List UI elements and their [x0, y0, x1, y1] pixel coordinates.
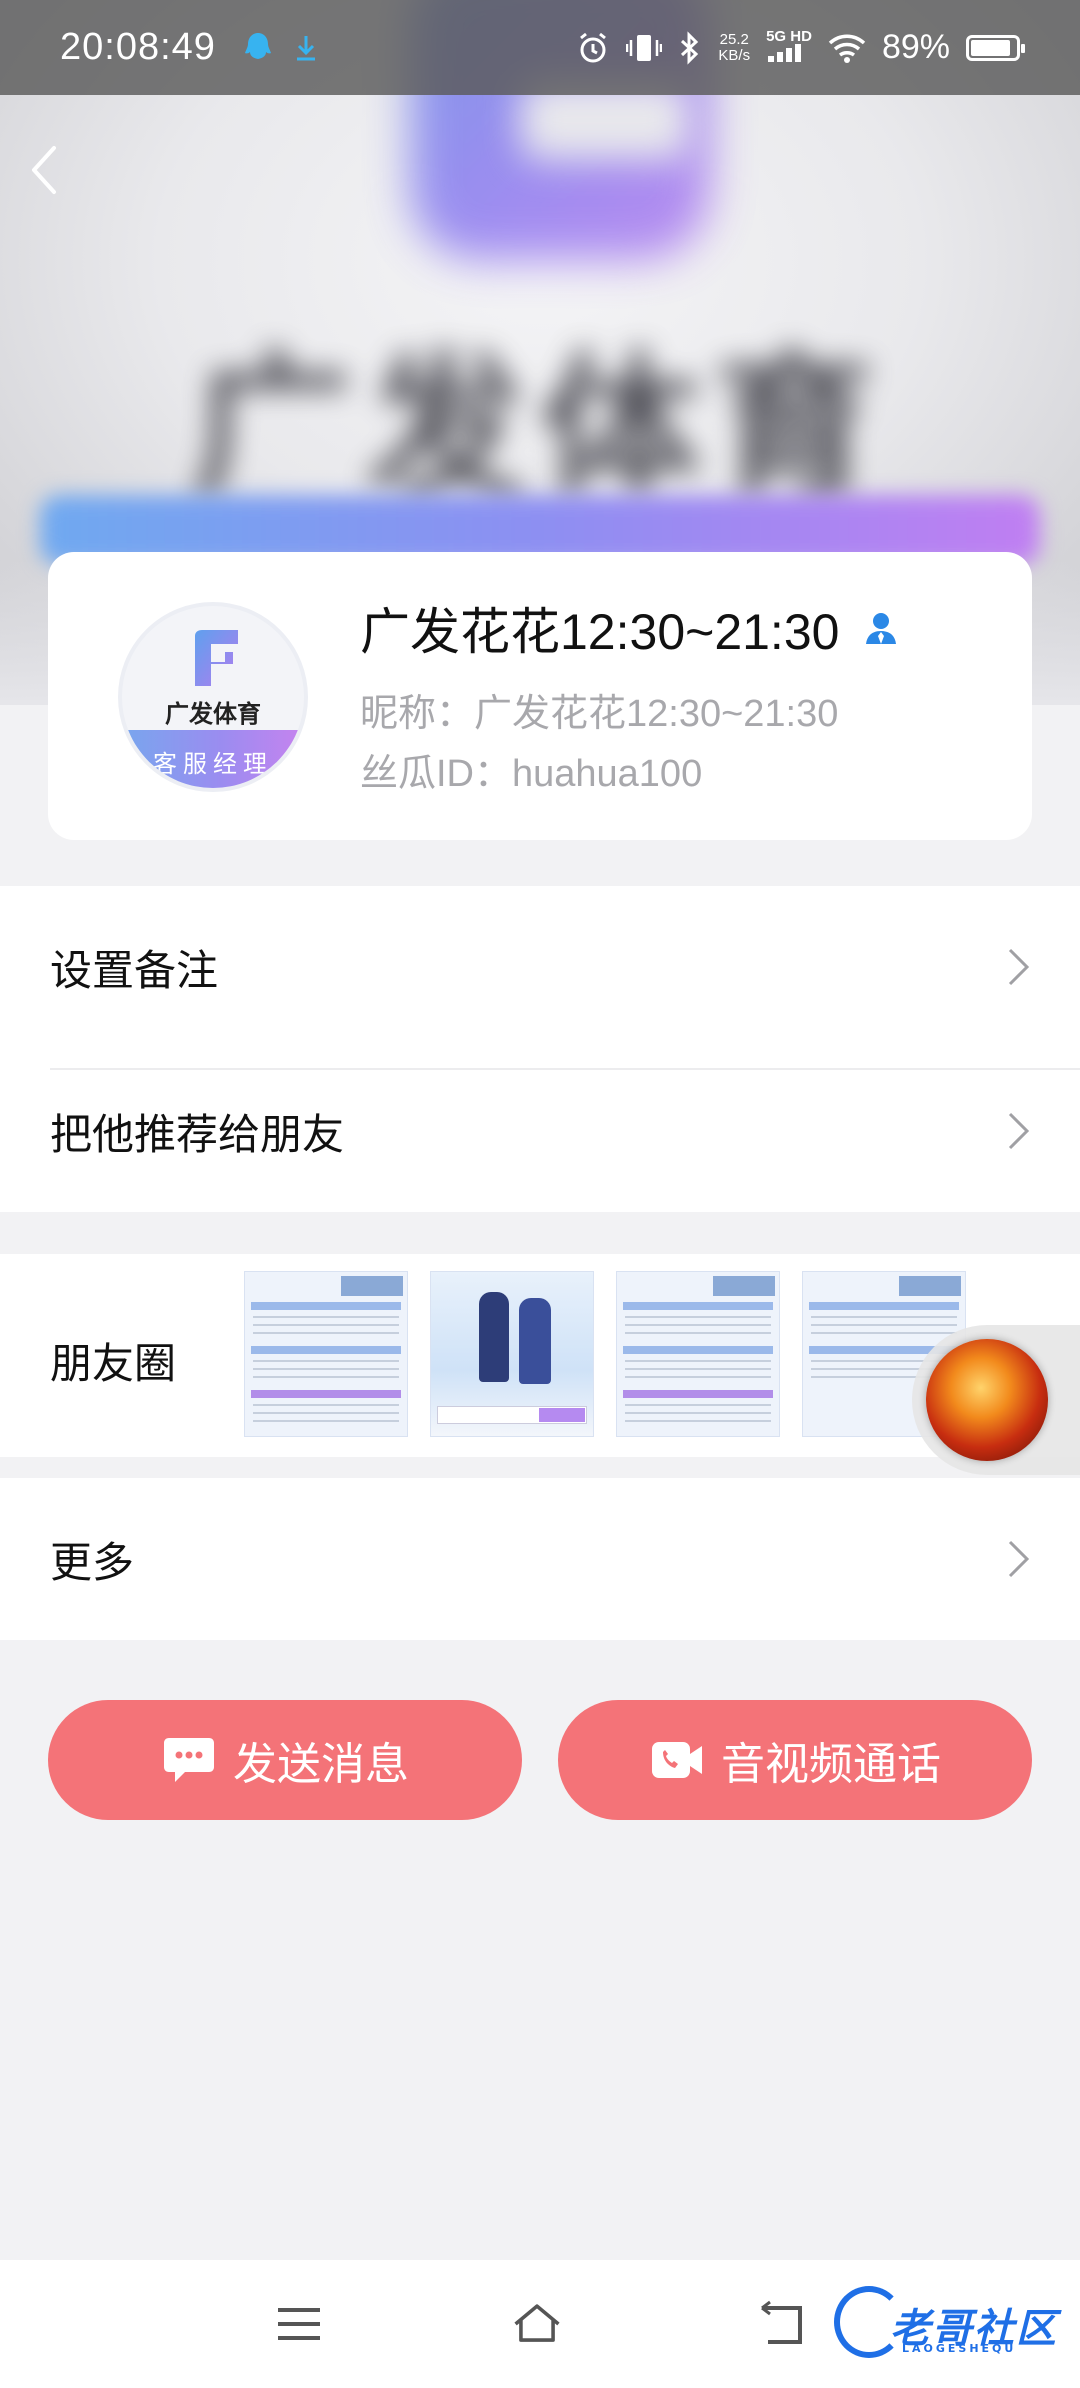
signal-bars-icon [768, 43, 802, 62]
set-remark-label: 设置备注 [50, 945, 219, 995]
download-icon [296, 35, 315, 60]
wifi-icon [828, 34, 866, 63]
recommend-friend-label: 把他推荐给朋友 [50, 1109, 345, 1159]
avatar-brand-text: 广发体育 [165, 700, 261, 728]
dragon-orb-icon [926, 1339, 1048, 1461]
moments-thumbnail[interactable] [430, 1271, 594, 1437]
more-row[interactable]: 更多 [0, 1478, 1080, 1640]
back-arrow-icon[interactable] [20, 140, 70, 200]
av-call-button[interactable]: 音视频通话 [558, 1700, 1032, 1820]
status-time: 20:08:49 [60, 26, 216, 68]
battery-icon [966, 34, 1025, 61]
av-call-label: 音视频通话 [721, 1739, 941, 1790]
profile-card: 广发体育 客服经理 广发花花12:30~21:30 昵称：广发花花12:30~2… [48, 552, 1032, 840]
moments-label: 朋友圈 [50, 1339, 177, 1388]
network-speed: 25.2 KB/s [718, 30, 751, 64]
watermark-subtext: LAOGESHEQU [902, 2342, 1017, 2355]
recommend-friend-row[interactable]: 把他推荐给朋友 [0, 1050, 1080, 1212]
home-icon[interactable] [512, 2300, 562, 2348]
battery-level-fill [971, 39, 1011, 56]
profile-name: 广发花花12:30~21:30 [360, 592, 899, 664]
cell-signal: 5G HD [766, 29, 812, 67]
set-remark-row[interactable]: 设置备注 [0, 886, 1080, 1048]
vibrate-icon [626, 34, 663, 61]
back-nav-icon[interactable] [756, 2300, 806, 2348]
settings-list: 设置备注 把他推荐给朋友 [0, 886, 1080, 1212]
alarm-icon [580, 32, 607, 62]
floating-game-badge[interactable] [912, 1325, 1080, 1475]
more-list: 更多 [0, 1478, 1080, 1640]
status-bar: 20:08:49 25.2 KB/s 5G HD 89% [0, 0, 1080, 95]
watermark-logo: 老哥社区 LAOGESHEQU [834, 2286, 1068, 2362]
chevron-right-icon [1008, 948, 1030, 986]
network-speed-unit: KB/s [718, 46, 751, 64]
video-call-icon [652, 1742, 702, 1778]
bluetooth-icon [681, 30, 699, 65]
person-verified-icon [866, 613, 897, 644]
qq-notification-icon [244, 32, 271, 59]
moments-thumbnail[interactable] [244, 1271, 408, 1437]
chat-bubble-icon [164, 1738, 214, 1782]
profile-nickname: 昵称：广发花花12:30~21:30 [360, 693, 839, 735]
network-speed-value: 25.2 [719, 30, 749, 48]
battery-percent: 89% [881, 28, 950, 66]
send-message-button[interactable]: 发送消息 [48, 1700, 522, 1820]
chevron-right-icon [1008, 1540, 1030, 1578]
status-system-icons: 25.2 KB/s 5G HD 89% [576, 28, 1025, 67]
profile-name-text: 广发花花12:30~21:30 [360, 604, 840, 660]
more-label: 更多 [50, 1537, 135, 1587]
send-message-label: 发送消息 [233, 1739, 409, 1790]
chevron-right-icon [1008, 1112, 1030, 1150]
status-notification-icons [244, 31, 318, 65]
profile-id: 丝瓜ID：huahua100 [360, 753, 703, 795]
menu-icon[interactable] [274, 2300, 324, 2348]
avatar[interactable]: 广发体育 客服经理 [118, 602, 308, 792]
avatar-role-text: 客服经理 [122, 730, 304, 788]
moments-thumbnail[interactable] [616, 1271, 780, 1437]
brand-logo-icon [195, 630, 238, 686]
network-type: 5G HD [766, 27, 812, 45]
